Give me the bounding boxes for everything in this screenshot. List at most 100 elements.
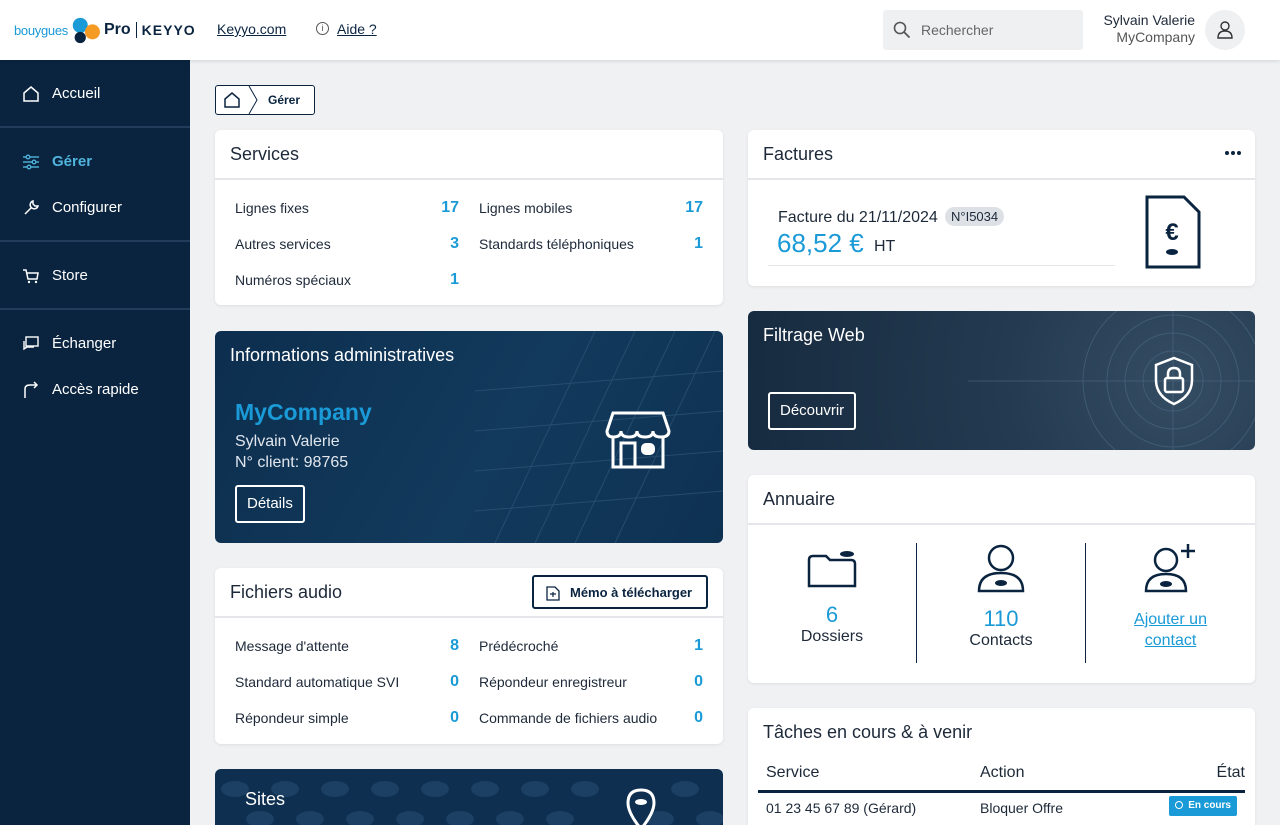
bouygues-logo-icon <box>72 17 100 44</box>
add-contact-line2[interactable]: contact <box>1086 630 1255 651</box>
stat-value[interactable]: 1 <box>673 235 703 253</box>
web-filtering-card: Filtrage Web Découvrir <box>748 311 1255 450</box>
stat-label[interactable]: Numéros spéciaux <box>235 272 351 288</box>
stat-label[interactable]: Répondeur enregistreur <box>479 674 627 690</box>
add-contact-icon <box>1144 544 1195 593</box>
services-title: Services <box>230 144 300 164</box>
user-name: Sylvain Valerie <box>1103 12 1195 28</box>
sidebar-item-label: Configurer <box>52 199 123 216</box>
sidebar-item-label: Gérer <box>52 153 93 170</box>
column-header-action[interactable]: Action <box>980 764 1024 782</box>
stat-label[interactable]: Lignes mobiles <box>479 200 572 216</box>
card-divider <box>748 178 1255 180</box>
admin-title: Informations administratives <box>230 345 455 365</box>
directory-folders[interactable]: 6 Dossiers <box>748 540 916 660</box>
stat-label[interactable]: Message d'attente <box>235 638 349 654</box>
invoice-amount-suffix: HT <box>874 238 896 255</box>
contacts-label: Contacts <box>969 632 1033 649</box>
invoice-euro-icon[interactable]: € <box>1144 194 1202 270</box>
keyyo-link[interactable]: Keyyo.com <box>217 21 286 37</box>
invoice-amount: 68,52 € <box>777 228 864 258</box>
home-icon <box>23 86 39 102</box>
sidebar-item-label: Store <box>52 267 88 284</box>
stat-value[interactable]: 0 <box>429 673 459 691</box>
stat-value[interactable]: 1 <box>673 637 703 655</box>
search-box[interactable] <box>883 10 1083 50</box>
document-icon <box>546 586 560 601</box>
contacts-count: 110 <box>983 606 1019 631</box>
stat-label[interactable]: Prédécroché <box>479 638 558 654</box>
breadcrumb: Gérer <box>215 85 315 115</box>
stat-value[interactable]: 1 <box>429 271 459 289</box>
tasks-card: Tâches en cours & à venir Service Action… <box>748 708 1255 825</box>
stat-value[interactable]: 17 <box>429 199 459 217</box>
card-divider <box>748 523 1255 525</box>
stat-value[interactable]: 0 <box>673 673 703 691</box>
card-divider <box>215 616 723 618</box>
stat-value[interactable]: 8 <box>429 637 459 655</box>
stat-value[interactable]: 3 <box>429 235 459 253</box>
audio-files-card: Fichiers audio Mémo à télécharger Messag… <box>215 568 723 744</box>
audio-title: Fichiers audio <box>230 582 343 602</box>
avatar[interactable] <box>1205 10 1245 50</box>
home-icon[interactable] <box>223 92 241 108</box>
folder-icon <box>807 551 857 588</box>
directory-contacts[interactable]: 110 Contacts <box>917 540 1085 660</box>
stat-label[interactable]: Autres services <box>235 236 331 252</box>
tasks-title: Tâches en cours & à venir <box>763 722 973 742</box>
memo-download-label: Mémo à télécharger <box>570 585 693 600</box>
more-options-icon[interactable] <box>1224 150 1242 156</box>
stat-label[interactable]: Commande de fichiers audio <box>479 710 657 726</box>
table-row[interactable]: 01 23 45 67 89 (Gérard) Bloquer Offre En… <box>758 796 1245 824</box>
add-contact-link[interactable]: Ajouter un contact <box>1086 540 1255 660</box>
sites-card: Sites <box>215 769 723 825</box>
wrench-icon <box>24 199 40 215</box>
stat-label[interactable]: Standards téléphoniques <box>479 236 634 252</box>
column-header-service[interactable]: Service <box>766 764 819 782</box>
tasks-header-rule <box>758 790 1245 793</box>
user-icon <box>1217 21 1233 39</box>
sidebar-item-label: Accès rapide <box>52 381 139 398</box>
sidebar-item-store[interactable]: Store <box>0 256 190 296</box>
stat-label[interactable]: Répondeur simple <box>235 710 349 726</box>
sidebar-item-echanger[interactable]: Échanger <box>0 324 190 364</box>
chat-icon <box>23 336 39 351</box>
sidebar-item-acces-rapide[interactable]: Accès rapide <box>0 370 190 410</box>
add-contact-line1[interactable]: Ajouter un <box>1086 609 1255 630</box>
column-header-state[interactable]: État <box>1217 764 1245 782</box>
sidebar-item-configurer[interactable]: Configurer <box>0 188 190 228</box>
search-input[interactable] <box>921 10 1079 50</box>
folders-count: 6 <box>825 602 839 627</box>
sidebar: Accueil Gérer Configurer Store Échanger … <box>0 60 190 825</box>
stat-label[interactable]: Standard automatique SVI <box>235 674 399 690</box>
user-company: MyCompany <box>1116 29 1195 45</box>
invoices-card: Factures Facture du 21/11/2024 N°I5034 6… <box>748 130 1255 286</box>
location-pin-icon <box>626 788 656 825</box>
web-filtering-title: Filtrage Web <box>763 325 865 345</box>
contact-icon <box>977 544 1025 593</box>
sidebar-divider <box>0 240 190 242</box>
cart-icon <box>23 269 39 284</box>
stat-value[interactable]: 17 <box>673 199 703 217</box>
tasks-header-row: Service Action État <box>758 764 1245 790</box>
building-background-graphic <box>475 331 723 543</box>
stat-label[interactable]: Lignes fixes <box>235 200 309 216</box>
logo-keyyo-text: KEYYO <box>141 22 196 38</box>
sidebar-item-accueil[interactable]: Accueil <box>0 74 190 114</box>
invoice-divider <box>768 265 1115 266</box>
stat-value[interactable]: 0 <box>673 709 703 727</box>
bouygues-keyyo-logo[interactable]: bouygues Pro KEYYO <box>14 14 196 46</box>
status-badge: En cours <box>1169 796 1237 816</box>
invoice-number-badge: N°I5034 <box>945 207 1005 226</box>
memo-download-button[interactable]: Mémo à télécharger <box>532 575 708 609</box>
user-info[interactable]: Sylvain Valerie MyCompany <box>1103 12 1195 46</box>
details-button[interactable]: Détails <box>235 485 305 523</box>
invoice-date: Facture du 21/11/2024 <box>778 209 938 226</box>
sidebar-item-gerer[interactable]: Gérer <box>0 142 190 182</box>
task-action: Bloquer Offre <box>980 800 1064 816</box>
svg-text:€: € <box>1165 219 1178 246</box>
stat-value[interactable]: 0 <box>429 709 459 727</box>
services-card: Services Lignes fixes 17 Lignes mobiles … <box>215 130 723 305</box>
discover-button[interactable]: Découvrir <box>768 392 857 430</box>
help-link[interactable]: Aide ? <box>337 21 377 37</box>
